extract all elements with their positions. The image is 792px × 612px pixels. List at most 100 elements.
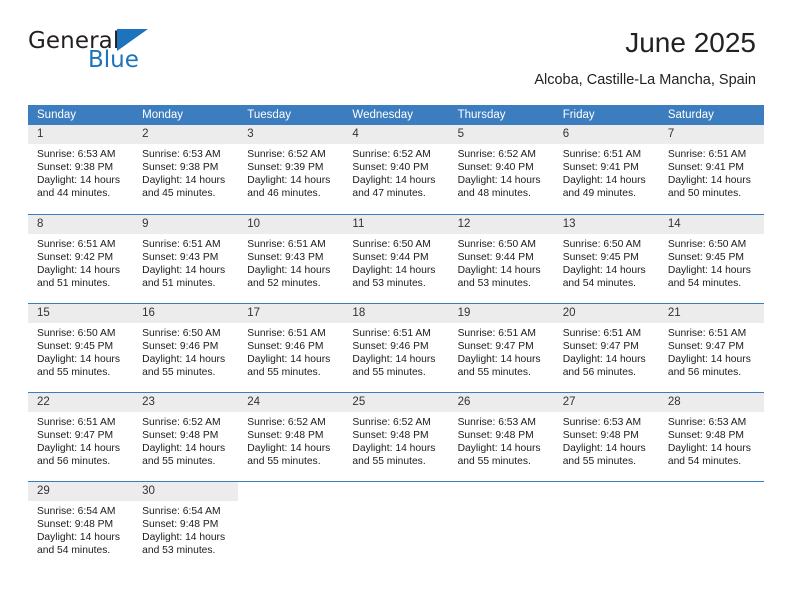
calendar-week-row: 8 Sunrise: 6:51 AM Sunset: 9:42 PM Daylight… xyxy=(28,213,764,303)
sunrise-time: Sunrise: 6:51 AM xyxy=(562,149,642,160)
sunrise-time: Sunrise: 6:51 AM xyxy=(667,149,747,160)
sunrise-time: Sunrise: 6:52 AM xyxy=(142,416,221,428)
calendar-day-cell[interactable]: 29 Sunrise: 6:54 AM Sunset: 9:48 PM Dayligh… xyxy=(28,480,134,570)
day-details: Sunrise: 6:50 AM Sunset: 9:45 PM Daylight:… xyxy=(659,234,764,290)
day-details: Sunrise: 6:54 AM Sunset: 9:48 PM Daylight:… xyxy=(28,501,133,557)
calendar-day-cell[interactable]: 18 Sunrise: 6:51 AM Sunset: 9:46 PM Dayligh… xyxy=(343,302,449,392)
calendar-day-cell[interactable]: 4 Sunrise: 6:52 AM Sunset: 9:40 PM Daylight… xyxy=(343,125,449,214)
calendar-day-cell[interactable]: 2 Sunrise: 6:53 AM Sunset: 9:38 PM Daylight… xyxy=(133,125,239,214)
day-details: Sunrise: 6:52 AM Sunset: 9:40 PM Daylight:… xyxy=(343,144,448,200)
day-details: Sunrise: 6:53 AM Sunset: 9:48 PM Daylight:… xyxy=(449,412,554,468)
title-block: June 2025 Alcoba, Castille-La Mancha, Sp… xyxy=(148,26,756,89)
calendar-day-cell[interactable]: 10 Sunrise: 6:51 AM Sunset: 9:43 PM Dayligh… xyxy=(238,213,344,303)
calendar-day-cell[interactable]: 9 Sunrise: 6:51 AM Sunset: 9:43 PM Daylight… xyxy=(133,213,239,303)
calendar-header-row: Sunday Monday Tuesday Wednesday Thursday Frid… xyxy=(28,105,764,125)
day-number: 5 xyxy=(448,125,554,144)
sunrise-time: Sunrise: 6:50 AM xyxy=(667,238,747,250)
calendar-day-cell[interactable]: 12 Sunrise: 6:50 AM Sunset: 9:44 PM Dayligh… xyxy=(448,213,554,303)
calendar-day-cell[interactable]: 16 Sunrise: 6:50 AM Sunset: 9:46 PM Dayligh… xyxy=(133,302,239,392)
daylight-duration: Daylight: 14 hours and 56 minutes. xyxy=(562,353,646,378)
calendar-day-cell[interactable]: 26 Sunrise: 6:53 AM Sunset: 9:48 PM Dayligh… xyxy=(448,391,554,481)
calendar-day-cell[interactable]: 14 Sunrise: 6:50 AM Sunset: 9:45 PM Dayligh… xyxy=(658,213,764,303)
calendar-day-cell[interactable]: 13 Sunrise: 6:50 AM Sunset: 9:45 PM Dayligh… xyxy=(553,213,659,303)
sunset-time: Sunset: 9:48 PM xyxy=(667,429,744,441)
day-number: 29 xyxy=(28,481,134,501)
calendar-day-cell[interactable]: 24 Sunrise: 6:52 AM Sunset: 9:48 PM Dayligh… xyxy=(238,391,344,481)
calendar-day-cell[interactable]: 8 Sunrise: 6:51 AM Sunset: 9:42 PM Daylight… xyxy=(28,213,134,303)
sunrise-time: Sunrise: 6:52 AM xyxy=(247,416,326,428)
sunset-time: Sunset: 9:48 PM xyxy=(142,518,219,530)
sunrise-time: Sunrise: 6:53 AM xyxy=(142,149,221,160)
day-details: Sunrise: 6:52 AM Sunset: 9:40 PM Daylight:… xyxy=(449,144,554,200)
daylight-duration: Daylight: 14 hours and 51 minutes. xyxy=(142,264,226,289)
calendar-day-cell[interactable]: 25 Sunrise: 6:52 AM Sunset: 9:48 PM Dayligh… xyxy=(343,391,449,481)
calendar-day-cell[interactable]: 15 Sunrise: 6:50 AM Sunset: 9:45 PM Dayligh… xyxy=(28,302,134,392)
calendar-day-cell[interactable]: 22 Sunrise: 6:51 AM Sunset: 9:47 PM Dayligh… xyxy=(28,391,134,481)
day-number: 1 xyxy=(28,125,134,144)
sunrise-time: Sunrise: 6:51 AM xyxy=(247,327,326,339)
calendar-day-cell[interactable]: 7 Sunrise: 6:51 AM Sunset: 9:41 PM Daylight… xyxy=(658,125,764,214)
calendar-day-cell[interactable]: 20 Sunrise: 6:51 AM Sunset: 9:47 PM Dayligh… xyxy=(553,302,659,392)
sunset-time: Sunset: 9:48 PM xyxy=(352,429,429,441)
daylight-duration: Daylight: 14 hours and 47 minutes. xyxy=(352,175,436,200)
day-details: Sunrise: 6:50 AM Sunset: 9:45 PM Daylight:… xyxy=(554,234,659,290)
calendar-day-cell[interactable]: 3 Sunrise: 6:52 AM Sunset: 9:39 PM Daylight… xyxy=(238,125,344,214)
sunrise-time: Sunrise: 6:52 AM xyxy=(247,149,326,160)
day-number: 28 xyxy=(658,392,764,412)
daylight-duration: Daylight: 14 hours and 53 minutes. xyxy=(457,264,541,289)
daylight-duration: Daylight: 14 hours and 46 minutes. xyxy=(247,175,331,200)
sunset-time: Sunset: 9:47 PM xyxy=(37,429,114,441)
calendar-day-cell-empty xyxy=(343,480,449,570)
calendar-day-cell[interactable]: 30 Sunrise: 6:54 AM Sunset: 9:48 PM Dayligh… xyxy=(133,480,239,570)
logo-text-blue: Blue xyxy=(88,47,139,73)
sunset-time: Sunset: 9:40 PM xyxy=(457,162,534,174)
day-details: Sunrise: 6:51 AM Sunset: 9:46 PM Daylight:… xyxy=(343,323,448,379)
calendar-day-cell-empty xyxy=(448,480,554,570)
day-number: 24 xyxy=(238,392,344,412)
day-details: Sunrise: 6:50 AM Sunset: 9:44 PM Daylight:… xyxy=(449,234,554,290)
calendar-day-cell[interactable]: 11 Sunrise: 6:50 AM Sunset: 9:44 PM Dayligh… xyxy=(343,213,449,303)
calendar-day-cell[interactable]: 19 Sunrise: 6:51 AM Sunset: 9:47 PM Dayligh… xyxy=(448,302,554,392)
day-details: Sunrise: 6:51 AM Sunset: 9:41 PM Daylight:… xyxy=(554,144,659,200)
daylight-duration: Daylight: 14 hours and 55 minutes. xyxy=(352,442,436,467)
calendar-day-cell[interactable]: 21 Sunrise: 6:51 AM Sunset: 9:47 PM Dayligh… xyxy=(658,302,764,392)
daylight-duration: Daylight: 14 hours and 50 minutes. xyxy=(667,175,751,200)
sunset-time: Sunset: 9:46 PM xyxy=(142,340,219,352)
calendar-day-cell[interactable]: 5 Sunrise: 6:52 AM Sunset: 9:40 PM Daylight… xyxy=(448,125,554,214)
sunrise-time: Sunrise: 6:51 AM xyxy=(247,238,326,250)
day-details: Sunrise: 6:54 AM Sunset: 9:48 PM Daylight:… xyxy=(133,501,238,557)
day-number: 27 xyxy=(553,392,659,412)
daylight-duration: Daylight: 14 hours and 53 minutes. xyxy=(142,531,226,556)
weekday-header-row: Sunday Monday Tuesday Wednesday Thursday Frid… xyxy=(28,105,764,125)
calendar-day-cell[interactable]: 6 Sunrise: 6:51 AM Sunset: 9:41 PM Daylight… xyxy=(553,125,659,214)
sunset-time: Sunset: 9:44 PM xyxy=(457,251,534,263)
page-title: June 2025 xyxy=(625,27,756,58)
day-details: Sunrise: 6:51 AM Sunset: 9:47 PM Daylight:… xyxy=(449,323,554,379)
daylight-duration: Daylight: 14 hours and 45 minutes. xyxy=(142,175,226,200)
sunset-time: Sunset: 9:45 PM xyxy=(562,251,639,263)
calendar-day-cell[interactable]: 27 Sunrise: 6:53 AM Sunset: 9:48 PM Dayligh… xyxy=(553,391,659,481)
calendar-body: 1 Sunrise: 6:53 AM Sunset: 9:38 PM Daylight… xyxy=(28,125,764,570)
calendar-day-cell[interactable]: 23 Sunrise: 6:52 AM Sunset: 9:48 PM Dayligh… xyxy=(133,391,239,481)
day-number xyxy=(448,481,554,501)
day-details: Sunrise: 6:51 AM Sunset: 9:47 PM Daylight:… xyxy=(554,323,659,379)
day-number: 25 xyxy=(343,392,449,412)
sunset-time: Sunset: 9:47 PM xyxy=(667,340,744,352)
day-number: 26 xyxy=(448,392,554,412)
sunrise-time: Sunrise: 6:52 AM xyxy=(352,149,431,160)
day-number: 2 xyxy=(133,125,239,144)
calendar-day-cell[interactable]: 1 Sunrise: 6:53 AM Sunset: 9:38 PM Daylight… xyxy=(28,125,134,214)
calendar-day-cell[interactable]: 17 Sunrise: 6:51 AM Sunset: 9:46 PM Dayligh… xyxy=(238,302,344,392)
day-number: 18 xyxy=(343,303,449,323)
sunrise-time: Sunrise: 6:51 AM xyxy=(142,238,221,250)
day-number: 21 xyxy=(658,303,764,323)
daylight-duration: Daylight: 14 hours and 55 minutes. xyxy=(247,442,331,467)
calendar-day-cell[interactable]: 28 Sunrise: 6:53 AM Sunset: 9:48 PM Dayligh… xyxy=(658,391,764,481)
sunrise-time: Sunrise: 6:50 AM xyxy=(142,327,221,339)
sunrise-time: Sunrise: 6:53 AM xyxy=(37,149,116,160)
calendar-page: General Blue June 2025 Alcoba, Castille-… xyxy=(0,0,792,612)
weekday-header-friday: Friday xyxy=(553,105,659,125)
sunrise-time: Sunrise: 6:51 AM xyxy=(667,327,747,339)
daylight-duration: Daylight: 14 hours and 55 minutes. xyxy=(247,353,331,378)
weekday-header-tuesday: Tuesday xyxy=(238,105,344,125)
